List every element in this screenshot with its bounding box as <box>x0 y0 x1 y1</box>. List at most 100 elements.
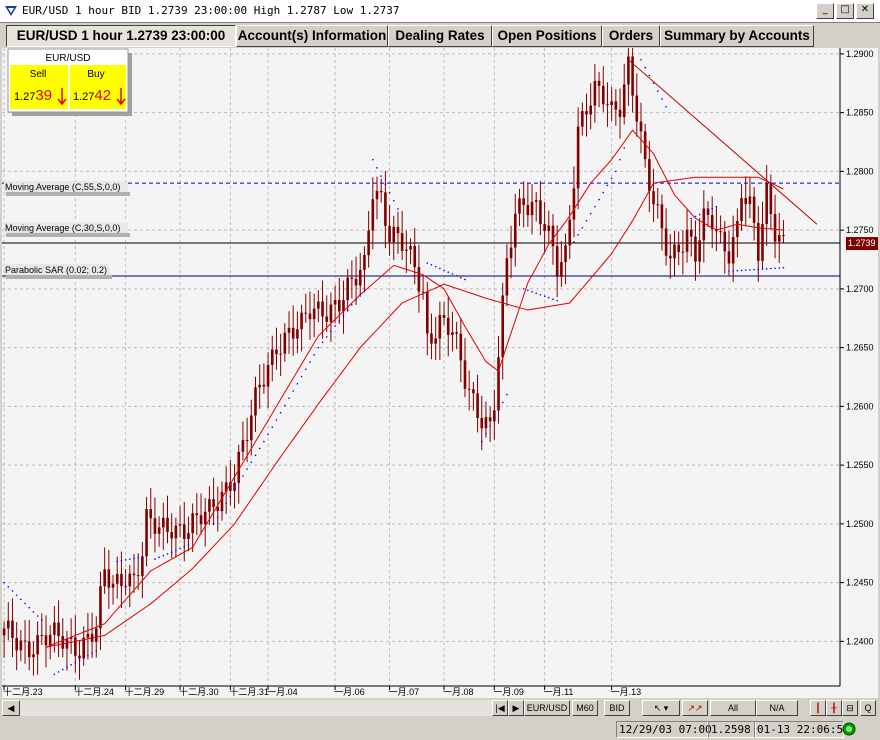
bar-type-icon[interactable]: ╂ <box>826 700 842 716</box>
sar-dot <box>439 267 441 270</box>
indicator-sar-label[interactable]: Parabolic SAR (0.02; 0.2) <box>5 265 107 275</box>
sar-dot <box>648 74 651 77</box>
sar-dot <box>447 271 450 273</box>
candle-body <box>606 104 609 106</box>
quote-box[interactable]: EUR/USD Sell Buy 1.2739 1.2742 <box>7 48 132 116</box>
sar-dot <box>304 368 307 371</box>
horizontal-scrollbar[interactable] <box>20 700 492 716</box>
candle-body <box>329 304 333 322</box>
x-tick-label: 十二月.31 <box>229 686 269 697</box>
indicator-ma30-label[interactable]: Moving Average (C,30,S,0,0) <box>5 223 120 233</box>
price-chart[interactable]: 1.2900 1.2850 1.2800 1.2750 1.2700 1.2650 1.26… <box>2 41 878 698</box>
tab-dealing-rates[interactable]: Dealing Rates <box>388 25 492 47</box>
sar-dot <box>246 468 248 470</box>
candle-body <box>581 111 584 127</box>
sar-dot <box>451 273 454 275</box>
draw-tool-icon[interactable]: ↗↗ <box>682 700 708 716</box>
candle-body <box>275 349 278 355</box>
candle-body <box>698 240 701 262</box>
candle-body <box>103 569 106 587</box>
candle-body <box>782 235 785 237</box>
sar-dot <box>543 295 546 298</box>
x-tick-label: 十二月.29 <box>125 686 165 697</box>
candle-body <box>513 213 517 248</box>
sar-dot <box>460 276 462 279</box>
close-button[interactable]: ✕ <box>856 3 874 19</box>
candle-body <box>731 237 735 264</box>
candle-body <box>446 317 450 335</box>
sar-dot <box>359 293 362 296</box>
candle-body <box>497 357 500 411</box>
sar-dot <box>254 454 257 457</box>
scroll-left-button[interactable]: ◀ <box>2 700 20 716</box>
candle-body <box>484 417 488 429</box>
sar-dot <box>284 404 286 407</box>
sar-dot <box>263 440 265 443</box>
all-button[interactable]: All <box>710 700 756 716</box>
candle-body <box>723 231 727 252</box>
candle-body <box>287 327 291 333</box>
candle-body <box>518 198 521 214</box>
tab-account-information[interactable]: Account(s) Information <box>236 25 388 47</box>
sar-dot <box>556 299 558 302</box>
sar-dot <box>615 170 617 173</box>
x-tick-label: 一月.09 <box>493 687 524 697</box>
sar-dot <box>250 461 253 463</box>
sar-dot <box>501 401 504 404</box>
candle-body <box>597 80 601 86</box>
x-tick-label: 一月.11 <box>544 687 574 697</box>
sar-dot <box>158 556 160 559</box>
candle-body <box>354 278 358 286</box>
maximize-button[interactable]: □ <box>836 3 854 19</box>
cursor-tool-icon[interactable]: ↖ ▾ <box>642 700 680 716</box>
candle-body <box>262 384 266 387</box>
indicator-ma55-label[interactable]: Moving Average (C,55,S,0,0) <box>5 182 120 192</box>
sar-dot <box>656 90 659 92</box>
sar-dot <box>539 293 542 296</box>
zoom-icon[interactable]: ⊟ <box>842 700 858 716</box>
sar-dot <box>137 556 139 559</box>
candle-body <box>601 85 605 105</box>
sar-dot <box>765 268 768 270</box>
candle-body <box>555 246 559 277</box>
price-side-selector[interactable]: BID <box>604 700 630 716</box>
candle-body <box>107 569 111 588</box>
sar-dot <box>640 58 642 61</box>
na-button[interactable]: N/A <box>756 700 798 716</box>
period-selector[interactable]: M60 <box>572 700 598 716</box>
tab-chart[interactable]: EUR/USD 1 hour 1.2739 23:00:00 <box>6 25 236 47</box>
candle-body <box>308 313 312 320</box>
candle-body <box>57 622 60 637</box>
scroll-first-button[interactable]: |◀ <box>492 700 508 716</box>
sar-dot <box>317 346 320 349</box>
tab-open-positions[interactable]: Open Positions <box>492 25 602 47</box>
candle-body <box>350 277 354 279</box>
candle-body <box>744 198 748 205</box>
minimize-button[interactable]: _ <box>816 3 834 19</box>
sar-dot <box>506 393 508 396</box>
scroll-next-button[interactable]: ▶ <box>508 700 524 716</box>
candle-body <box>748 196 752 205</box>
candle-body <box>182 524 186 540</box>
candle-body <box>258 384 261 388</box>
sar-dot <box>300 375 303 378</box>
sar-dot <box>715 205 718 208</box>
candle-body <box>358 269 362 286</box>
chart-area[interactable]: 1.2900 1.2850 1.2800 1.2750 1.2700 1.2650 1.26… <box>2 41 878 698</box>
candle-body <box>61 636 65 649</box>
sar-dot <box>32 611 35 613</box>
candle-type-icon[interactable]: ┃ <box>810 700 826 716</box>
sar-dot <box>376 167 378 169</box>
symbol-selector[interactable]: EUR/USD <box>524 700 570 716</box>
status-end-time: 01-13 22:06:59 <box>754 721 850 738</box>
tab-orders[interactable]: Orders <box>602 25 660 47</box>
candle-body <box>534 200 538 202</box>
candle-body <box>384 192 387 226</box>
candle-body <box>547 225 551 232</box>
q-button[interactable]: Q <box>860 700 876 716</box>
sar-dot <box>154 558 156 560</box>
candle-body <box>430 333 433 344</box>
candle-body <box>702 208 706 241</box>
x-tick-label: 一月.06 <box>334 687 365 697</box>
tab-summary-by-accounts[interactable]: Summary by Accounts <box>660 25 814 47</box>
